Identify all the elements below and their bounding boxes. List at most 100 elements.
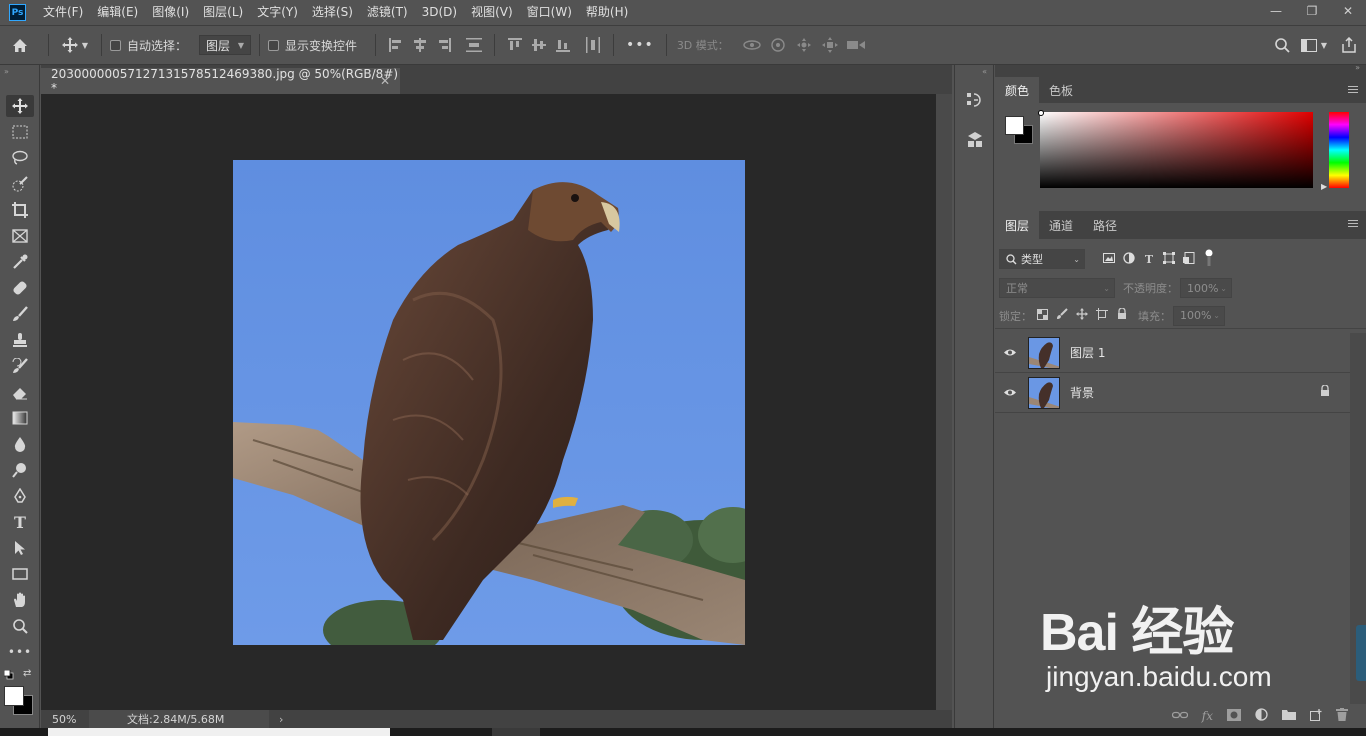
close-tab-icon[interactable]: ✕ xyxy=(380,74,390,88)
vertical-scrollbar[interactable] xyxy=(936,94,952,710)
layer-row[interactable]: 背景 xyxy=(995,373,1350,413)
tab-color[interactable]: 颜色 xyxy=(995,77,1040,103)
eyedropper-tool-icon[interactable] xyxy=(6,251,34,273)
align-left-icon[interactable] xyxy=(384,38,408,52)
zoom-level[interactable]: 50% xyxy=(41,713,89,726)
history-brush-tool-icon[interactable] xyxy=(6,355,34,377)
menu-select[interactable]: 选择(S) xyxy=(305,0,360,25)
rectangle-tool-icon[interactable] xyxy=(6,563,34,585)
auto-select-target-dropdown[interactable]: 图层 ▼ xyxy=(199,35,252,55)
tab-swatches[interactable]: 色板 xyxy=(1039,77,1083,103)
opacity-field[interactable]: 100% ⌄ xyxy=(1180,278,1232,298)
filter-toggle-icon[interactable] xyxy=(1199,249,1219,270)
path-selection-tool-icon[interactable] xyxy=(6,537,34,559)
menu-help[interactable]: 帮助(H) xyxy=(579,0,635,25)
filter-adjustment-icon[interactable] xyxy=(1119,251,1139,267)
collapse-dock-icon[interactable]: » xyxy=(1355,63,1360,72)
auto-select-checkbox[interactable] xyxy=(110,39,121,51)
clone-stamp-tool-icon[interactable] xyxy=(6,329,34,351)
status-menu-arrow-icon[interactable]: › xyxy=(279,713,283,726)
3d-orbit-icon[interactable] xyxy=(739,38,765,52)
eraser-tool-icon[interactable] xyxy=(6,381,34,403)
pen-tool-icon[interactable] xyxy=(6,485,34,507)
new-group-icon[interactable] xyxy=(1282,709,1296,723)
more-options-button[interactable]: ••• xyxy=(626,37,654,53)
type-tool-icon[interactable]: T xyxy=(6,511,34,533)
lasso-tool-icon[interactable] xyxy=(6,147,34,169)
visibility-eye-icon[interactable] xyxy=(995,388,1025,397)
layer-row[interactable]: 图层 1 xyxy=(995,333,1350,373)
menu-image[interactable]: 图像(I) xyxy=(145,0,196,25)
tab-paths[interactable]: 路径 xyxy=(1083,211,1127,239)
lock-transparent-pixels-icon[interactable] xyxy=(1032,308,1052,323)
hand-tool-icon[interactable] xyxy=(6,589,34,611)
home-icon[interactable] xyxy=(0,38,40,53)
align-vertical-center-icon[interactable] xyxy=(527,38,551,52)
add-mask-icon[interactable] xyxy=(1227,708,1241,724)
align-right-icon[interactable] xyxy=(432,38,456,52)
filter-pixel-icon[interactable] xyxy=(1099,252,1119,266)
show-transform-checkbox[interactable] xyxy=(268,39,280,51)
3d-slide-icon[interactable] xyxy=(817,37,843,53)
side-widget-tab[interactable] xyxy=(1356,625,1366,681)
collapse-panels-icon[interactable]: « xyxy=(982,67,987,76)
lock-all-icon[interactable] xyxy=(1112,307,1132,323)
share-icon[interactable] xyxy=(1332,37,1366,53)
layer-filter-dropdown[interactable]: 类型 ⌄ xyxy=(999,249,1085,269)
color-spectrum-field[interactable] xyxy=(1040,112,1313,188)
panel-menu-icon[interactable] xyxy=(1348,86,1358,95)
minimize-button[interactable]: — xyxy=(1258,0,1294,22)
filter-smart-object-icon[interactable] xyxy=(1179,251,1199,267)
3d-pan-icon[interactable] xyxy=(791,37,817,53)
visibility-eye-icon[interactable] xyxy=(995,348,1025,357)
swap-colors-icon[interactable]: ⇄ xyxy=(23,668,31,679)
brush-tool-icon[interactable] xyxy=(6,303,34,325)
color-picker-handle[interactable] xyxy=(1038,110,1044,116)
dodge-tool-icon[interactable] xyxy=(6,459,34,481)
menu-view[interactable]: 视图(V) xyxy=(464,0,520,25)
new-layer-icon[interactable] xyxy=(1310,708,1322,724)
link-layers-icon[interactable] xyxy=(1171,709,1188,723)
menu-type[interactable]: 文字(Y) xyxy=(250,0,305,25)
lock-position-icon[interactable] xyxy=(1072,308,1092,323)
healing-brush-tool-icon[interactable] xyxy=(6,277,34,299)
hue-slider[interactable] xyxy=(1329,112,1349,188)
hue-slider-handle[interactable]: ▶ xyxy=(1321,182,1327,191)
zoom-tool-icon[interactable] xyxy=(6,615,34,637)
align-bottom-icon[interactable] xyxy=(551,38,575,52)
default-colors-icon[interactable] xyxy=(3,669,14,683)
delete-layer-icon[interactable] xyxy=(1336,708,1348,724)
menu-window[interactable]: 窗口(W) xyxy=(520,0,579,25)
filter-type-icon[interactable]: T xyxy=(1139,253,1159,266)
menu-file[interactable]: 文件(F) xyxy=(36,0,90,25)
menu-filter[interactable]: 滤镜(T) xyxy=(360,0,415,25)
fill-field[interactable]: 100% ⌄ xyxy=(1173,305,1225,326)
foreground-color-chip[interactable] xyxy=(1005,116,1024,135)
blur-tool-icon[interactable] xyxy=(6,433,34,455)
tab-layers[interactable]: 图层 xyxy=(995,211,1040,239)
menu-layer[interactable]: 图层(L) xyxy=(196,0,250,25)
foreground-color-swatch[interactable] xyxy=(4,686,24,706)
3d-camera-icon[interactable] xyxy=(843,39,869,51)
lock-artboard-icon[interactable] xyxy=(1092,308,1112,323)
blend-mode-dropdown[interactable]: 正常 ⌄ xyxy=(999,278,1115,298)
quick-selection-tool-icon[interactable] xyxy=(6,173,34,195)
panel-menu-icon[interactable] xyxy=(1348,220,1358,229)
history-panel-icon[interactable] xyxy=(967,91,983,112)
move-tool-preset-icon[interactable]: ▼ xyxy=(57,37,93,53)
workspace-icon[interactable]: ▼ xyxy=(1296,38,1332,52)
distribute-horizontal-icon[interactable] xyxy=(581,37,605,53)
new-adjustment-layer-icon[interactable] xyxy=(1255,708,1268,724)
distribute-vertical-icon[interactable] xyxy=(462,38,486,52)
crop-tool-icon[interactable] xyxy=(6,199,34,221)
frame-tool-icon[interactable] xyxy=(6,225,34,247)
lock-image-pixels-icon[interactable] xyxy=(1052,308,1072,323)
3d-roll-icon[interactable] xyxy=(765,37,791,53)
document-tab[interactable]: 20300000057127131578512469380.jpg @ 50%(… xyxy=(41,67,400,95)
menu-3d[interactable]: 3D(D) xyxy=(415,0,464,25)
edit-toolbar-icon[interactable]: ••• xyxy=(6,641,34,663)
tab-channels[interactable]: 通道 xyxy=(1039,211,1083,239)
gradient-tool-icon[interactable] xyxy=(6,407,34,429)
align-top-icon[interactable] xyxy=(503,38,527,52)
collapse-panel-icon[interactable]: » xyxy=(4,67,9,76)
